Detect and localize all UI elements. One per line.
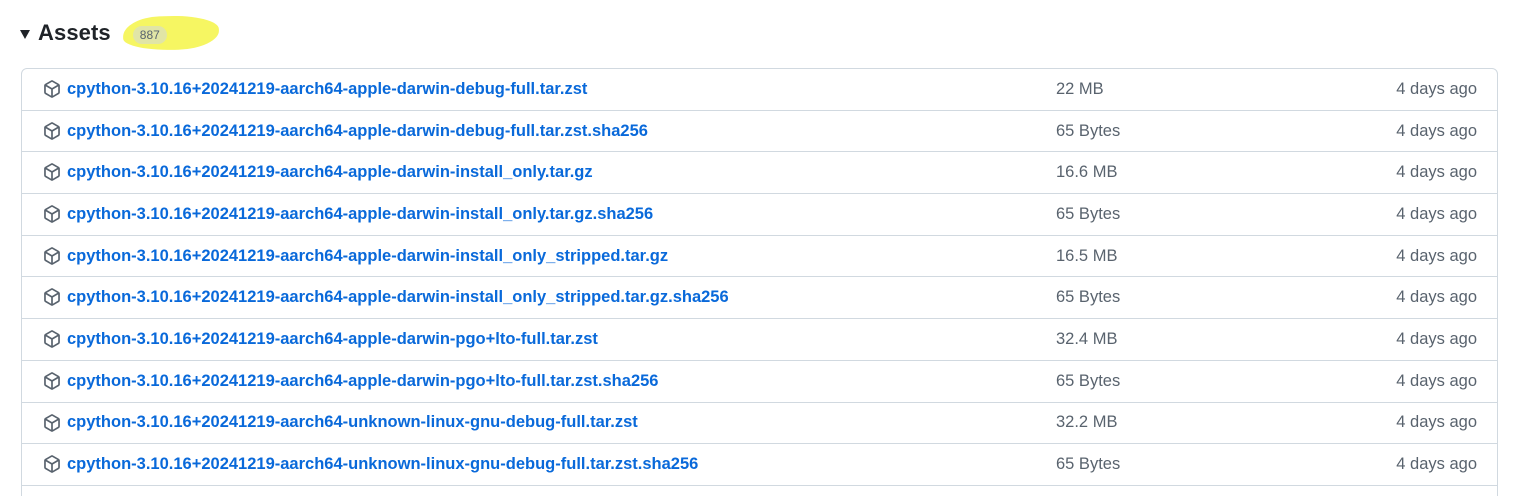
asset-count-wrapper: 887: [122, 14, 220, 52]
asset-download-link[interactable]: cpython-3.10.16+20241219-aarch64-apple-d…: [67, 372, 658, 391]
package-icon: [43, 121, 63, 142]
asset-list: cpython-3.10.16+20241219-aarch64-apple-d…: [21, 68, 1498, 496]
asset-download-link[interactable]: cpython-3.10.16+20241219-aarch64-apple-d…: [67, 205, 653, 224]
asset-row: cpython-3.10.16+20241219-aarch64-apple-d…: [22, 361, 1497, 403]
asset-row: cpython-3.10.16+20241219-aarch64-unknown…: [22, 403, 1497, 445]
assets-title: Assets: [38, 20, 111, 45]
asset-size: 65 Bytes: [1056, 204, 1121, 223]
asset-download-link[interactable]: cpython-3.10.16+20241219-aarch64-unknown…: [67, 455, 698, 474]
package-icon: [43, 413, 63, 434]
asset-count-badge: 887: [132, 26, 167, 44]
asset-row: cpython-3.10.16+20241219-aarch64-apple-d…: [22, 194, 1497, 236]
release-assets-section: Assets 887 cpython-3.10.16+20241219-aarc…: [0, 0, 1527, 496]
asset-download-link[interactable]: cpython-3.10.16+20241219-aarch64-apple-d…: [67, 247, 668, 266]
asset-size: 32.2 MB: [1056, 413, 1118, 432]
package-icon: [43, 163, 63, 183]
package-icon: [43, 288, 63, 308]
package-icon: [43, 330, 63, 350]
asset-size: 16.5 MB: [1056, 246, 1118, 265]
asset-size: 22 MB: [1056, 79, 1104, 98]
asset-date: 4 days ago: [1396, 246, 1477, 265]
asset-size: 65 Bytes: [1056, 288, 1121, 307]
asset-row: cpython-3.10.16+20241219-aarch64-apple-d…: [22, 319, 1497, 361]
asset-row: cpython-3.10.16+20241219-aarch64-apple-d…: [22, 277, 1497, 320]
asset-download-link[interactable]: cpython-3.10.16+20241219-aarch64-apple-d…: [67, 288, 729, 307]
asset-date: 4 days ago: [1396, 163, 1477, 182]
asset-download-link[interactable]: cpython-3.10.16+20241219-aarch64-apple-d…: [67, 163, 593, 182]
asset-date: 4 days ago: [1396, 288, 1477, 307]
asset-download-link[interactable]: cpython-3.10.16+20241219-aarch64-apple-d…: [67, 122, 648, 141]
asset-size: 16.6 MB: [1056, 163, 1118, 182]
asset-row: cpython-3.10.16+20241219-aarch64-apple-d…: [22, 69, 1497, 111]
package-icon: [43, 205, 63, 225]
asset-row: cpython-3.10.16+20241219-aarch64-unknown…: [22, 444, 1497, 486]
asset-row: cpython-3.10.16+20241219-aarch64-apple-d…: [22, 111, 1497, 153]
asset-row: cpython-3.10.16+20241219-aarch64-apple-d…: [22, 236, 1497, 278]
asset-size: 65 Bytes: [1056, 121, 1121, 140]
asset-date: 4 days ago: [1396, 413, 1477, 432]
asset-size: 65 Bytes: [1056, 455, 1121, 474]
asset-size: 65 Bytes: [1056, 371, 1121, 390]
package-icon: [43, 455, 63, 475]
asset-date: 4 days ago: [1396, 329, 1477, 348]
assets-toggle[interactable]: Assets 887: [20, 14, 220, 52]
package-icon: [43, 80, 63, 100]
package-icon: [43, 246, 63, 267]
asset-date: 4 days ago: [1396, 204, 1477, 223]
asset-download-link[interactable]: cpython-3.10.16+20241219-aarch64-unknown…: [67, 413, 638, 432]
asset-size: 32.4 MB: [1056, 329, 1118, 348]
asset-date: 4 days ago: [1396, 121, 1477, 140]
asset-date: 4 days ago: [1396, 455, 1477, 474]
asset-row: cpython-3.10.16+20241219-aarch64-apple-d…: [22, 152, 1497, 195]
caret-down-icon: [20, 29, 30, 39]
asset-download-link[interactable]: cpython-3.10.16+20241219-aarch64-apple-d…: [67, 80, 587, 99]
package-icon: [43, 371, 63, 392]
asset-download-link[interactable]: cpython-3.10.16+20241219-aarch64-apple-d…: [67, 330, 598, 349]
asset-date: 4 days ago: [1396, 371, 1477, 390]
asset-date: 4 days ago: [1396, 79, 1477, 98]
